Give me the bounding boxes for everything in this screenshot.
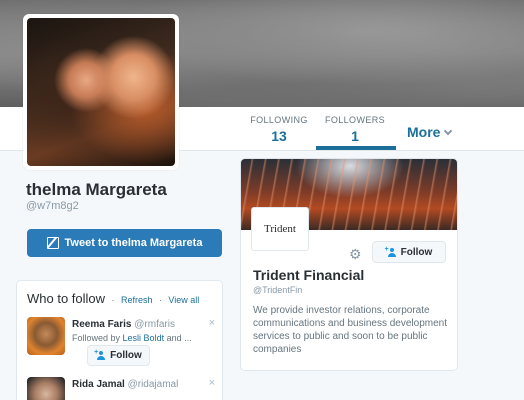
suggestion-identity[interactable]: Reema Faris @rmfaris	[72, 319, 175, 330]
suggestion-handle: @rmfaris	[134, 319, 175, 330]
avatar[interactable]	[27, 377, 65, 400]
refresh-link[interactable]: Refresh	[121, 295, 153, 305]
card-bio: We provide investor relations, corporate…	[253, 305, 447, 355]
followed-by-suffix: and ...	[166, 333, 192, 343]
person-plus-icon: +	[385, 246, 397, 257]
more-label: More	[407, 124, 441, 140]
person-plus-icon: +	[94, 349, 106, 360]
profile-name[interactable]: thelma Margareta	[26, 180, 167, 200]
card-avatar[interactable]: Trident	[251, 207, 309, 251]
followed-by-link[interactable]: Lesli Boldt	[123, 333, 165, 343]
separator-dot: ·	[158, 295, 162, 305]
close-icon[interactable]: ×	[209, 317, 215, 329]
follow-label: Follow	[110, 350, 142, 361]
follower-card: Trident ⚙ + Follow Trident Financial @Tr…	[240, 158, 458, 371]
suggestion-name: Rida Jamal	[72, 379, 125, 390]
who-to-follow-title: Who to follow	[27, 291, 106, 306]
following-stat[interactable]: FOLLOWING 13	[250, 115, 308, 144]
suggestion-name: Reema Faris	[72, 319, 132, 330]
followers-stat[interactable]: FOLLOWERS 1	[320, 115, 390, 144]
following-count: 13	[271, 128, 287, 144]
suggestion-handle: @ridajamal	[127, 379, 179, 390]
follow-label: Follow	[400, 246, 433, 258]
followers-label: FOLLOWERS	[324, 115, 386, 125]
card-handle: @TridentFin	[253, 285, 303, 295]
card-name[interactable]: Trident Financial	[253, 267, 364, 283]
close-icon[interactable]: ×	[209, 377, 215, 389]
tweet-to-button[interactable]: Tweet to thelma Margareta	[27, 229, 222, 257]
avatar[interactable]	[27, 317, 65, 355]
followed-by-context: Followed by Lesli Boldt and ...	[72, 333, 192, 343]
who-to-follow-panel: Who to follow · Refresh · View all Reema…	[16, 280, 223, 400]
tweet-to-label: Tweet to thelma Margareta	[64, 237, 203, 249]
separator-dot: ·	[111, 295, 115, 305]
follow-button[interactable]: + Follow	[87, 345, 150, 366]
profile-avatar-frame[interactable]	[23, 14, 179, 170]
chevron-down-icon	[444, 126, 453, 136]
followed-by-prefix: Followed by	[72, 333, 121, 343]
trident-logo: Trident	[264, 223, 296, 235]
suggestion-identity[interactable]: Rida Jamal @ridajamal	[72, 379, 178, 390]
who-to-follow-header: Who to follow · Refresh · View all	[27, 290, 199, 308]
compose-icon	[46, 237, 59, 249]
gear-icon[interactable]: ⚙	[349, 246, 362, 263]
profile-handle: @w7m8g2	[26, 200, 79, 212]
followers-count: 1	[351, 128, 359, 144]
following-label: FOLLOWING	[250, 115, 308, 125]
follow-button[interactable]: + Follow	[372, 241, 446, 263]
more-menu-button[interactable]: More	[407, 124, 453, 140]
avatar	[27, 18, 175, 166]
view-all-link[interactable]: View all	[168, 295, 199, 305]
active-tab-indicator	[316, 146, 396, 150]
